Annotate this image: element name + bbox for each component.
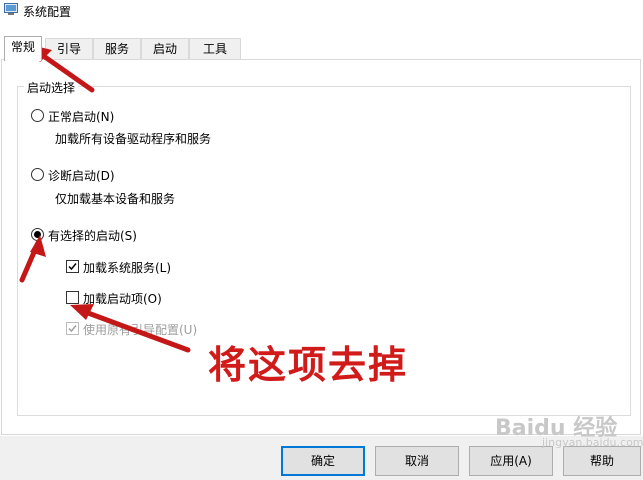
annotation-arrows xyxy=(19,44,191,353)
annotation-text: 将这项去掉 xyxy=(208,343,409,387)
arrow-to-load-startup-items xyxy=(77,307,191,353)
baidu-watermark-url: jingyan.baidu.com xyxy=(542,436,643,449)
tab-general[interactable]: 常规 xyxy=(4,36,42,61)
